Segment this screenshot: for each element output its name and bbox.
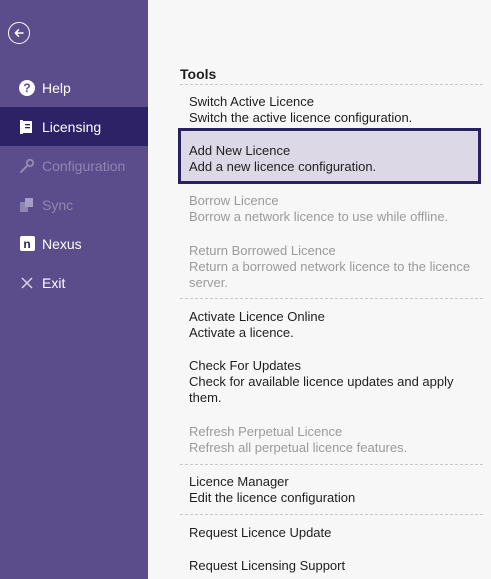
tool-title: Activate Licence Online bbox=[189, 309, 325, 324]
tool-refresh-perpetual-licence: Refresh Perpetual Licence Refresh all pe… bbox=[180, 424, 480, 456]
tool-borrow-licence: Borrow Licence Borrow a network licence … bbox=[180, 193, 480, 225]
help-icon: ? bbox=[18, 79, 36, 97]
tool-title: Switch Active Licence bbox=[189, 94, 315, 109]
sidebar: ? Help Licensing Configuration Sync n Ne… bbox=[0, 0, 148, 579]
tool-description: Activate a licence. bbox=[189, 325, 294, 340]
sidebar-item-label: Licensing bbox=[42, 118, 102, 135]
back-button[interactable] bbox=[8, 22, 30, 44]
sidebar-item-label: Nexus bbox=[42, 235, 82, 252]
sidebar-item-help[interactable]: ? Help bbox=[0, 68, 148, 107]
divider bbox=[180, 298, 483, 299]
tool-title: Licence Manager bbox=[189, 474, 289, 489]
tool-title: Borrow Licence bbox=[189, 193, 279, 208]
tools-panel: Tools Switch Active Licence Switch the a… bbox=[148, 0, 491, 579]
section-title: Tools bbox=[180, 66, 217, 82]
tool-activate-licence-online[interactable]: Activate Licence Online Activate a licen… bbox=[180, 309, 480, 341]
tool-title: Request Licensing Support bbox=[189, 558, 346, 573]
tool-add-new-licence[interactable]: Add New Licence Add a new licence config… bbox=[178, 128, 481, 184]
tool-description: Check for available licence updates and … bbox=[189, 374, 454, 405]
tool-description: Switch the active licence configuration. bbox=[189, 110, 413, 125]
tool-description: Edit the licence configuration bbox=[189, 490, 356, 505]
tool-title: Add New Licence bbox=[189, 143, 291, 158]
tool-licence-manager[interactable]: Licence Manager Edit the licence configu… bbox=[180, 474, 480, 506]
tool-title: Return Borrowed Licence bbox=[189, 243, 336, 258]
wrench-icon bbox=[18, 157, 36, 175]
nexus-icon: n bbox=[18, 235, 36, 253]
tool-title: Request Licence Update bbox=[189, 525, 332, 540]
tool-description: Add a new licence configuration. bbox=[189, 159, 377, 174]
sidebar-item-label: Exit bbox=[42, 274, 66, 291]
back-arrow-icon bbox=[14, 29, 24, 37]
tool-switch-active-licence[interactable]: Switch Active Licence Switch the active … bbox=[180, 94, 480, 126]
tool-request-licensing-support[interactable]: Request Licensing Support bbox=[180, 558, 480, 574]
sidebar-item-configuration: Configuration bbox=[0, 146, 148, 185]
sidebar-item-label: Configuration bbox=[42, 157, 126, 174]
tool-check-for-updates[interactable]: Check For Updates Check for available li… bbox=[180, 358, 480, 406]
sync-icon bbox=[18, 196, 36, 214]
divider bbox=[180, 84, 483, 85]
tool-description: Refresh all perpetual licence features. bbox=[189, 440, 408, 455]
sidebar-nav: ? Help Licensing Configuration Sync n Ne… bbox=[0, 68, 148, 302]
tool-request-licence-update[interactable]: Request Licence Update bbox=[180, 525, 480, 541]
tool-title: Refresh Perpetual Licence bbox=[189, 424, 343, 439]
sidebar-item-exit[interactable]: Exit bbox=[0, 263, 148, 302]
sidebar-item-label: Help bbox=[42, 79, 71, 96]
tool-title: Check For Updates bbox=[189, 358, 301, 373]
sidebar-item-sync: Sync bbox=[0, 185, 148, 224]
divider bbox=[180, 464, 483, 465]
sidebar-item-nexus[interactable]: n Nexus bbox=[0, 224, 148, 263]
tool-description: Borrow a network licence to use while of… bbox=[189, 209, 449, 224]
close-icon bbox=[18, 274, 36, 292]
sidebar-item-licensing[interactable]: Licensing bbox=[0, 107, 148, 146]
sidebar-item-label: Sync bbox=[42, 196, 74, 213]
tool-return-borrowed-licence: Return Borrowed Licence Return a borrowe… bbox=[180, 243, 480, 291]
divider bbox=[180, 514, 483, 515]
tool-description: Return a borrowed network licence to the… bbox=[189, 259, 471, 290]
licensing-icon bbox=[18, 118, 36, 136]
